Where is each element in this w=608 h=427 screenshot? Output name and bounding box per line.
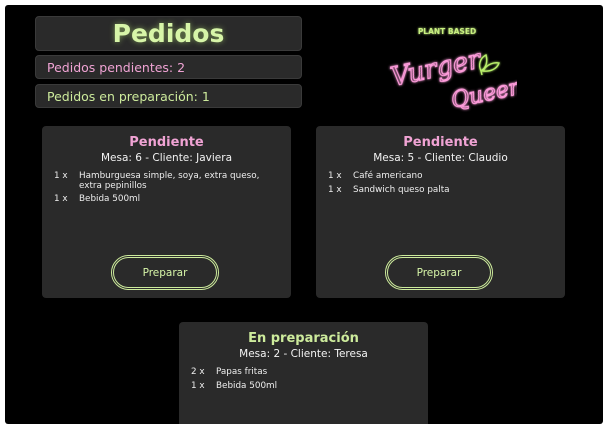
order-item: 1 x Café americano [328,171,565,182]
item-name: Café americano [353,171,423,181]
item-name: Bebida 500ml [216,380,278,391]
order-item: 1 x Sandwich queso palta [328,184,565,196]
item-name: Sandwich queso palta [353,184,450,195]
prepare-button[interactable]: Preparar [385,255,493,290]
prepare-button[interactable]: Preparar [111,255,219,290]
order-status: En preparación [248,331,359,346]
order-card: Pendiente Mesa: 6 - Cliente: Javiera 1 x… [42,126,291,298]
item-quantity: 1 x [328,184,342,195]
item-quantity: 1 x [54,171,68,181]
order-card: En preparación Mesa: 2 - Cliente: Teresa… [179,322,428,424]
page-title-box: Pedidos [35,16,302,51]
order-items: 1 x Café americano 1 x Sandwich queso pa… [328,171,565,196]
item-name: Hamburguesa simple, soya, extra queso, e… [79,171,260,191]
logo-tagline: PLANT BASED [418,27,476,36]
app-frame: Pedidos Pedidos pendientes: 2 Pedidos en… [5,5,603,424]
order-table-client: Mesa: 2 - Cliente: Teresa [239,348,368,360]
item-quantity: 1 x [54,194,68,204]
order-item: 1 x Bebida 500ml [54,194,291,205]
order-table-client: Mesa: 5 - Cliente: Claudio [373,152,508,164]
order-status: Pendiente [129,135,204,150]
order-status: Pendiente [403,135,478,150]
item-name: Bebida 500ml [79,194,141,204]
item-name: Papas fritas [216,367,268,377]
order-items: 2 x Papas fritas 1 x Bebida 500ml [191,367,428,392]
in-prep-count: Pedidos en preparación: 1 [35,84,302,108]
vurger-queen-logo: PLANT BASED Vurger Queen [388,27,517,114]
order-table-client: Mesa: 6 - Cliente: Javiera [100,152,233,164]
page-title: Pedidos [112,19,225,48]
order-item: 1 x Bebida 500ml [191,380,428,392]
item-quantity: 2 x [191,367,205,377]
logo-word-2: Queen [449,74,517,114]
pending-count: Pedidos pendientes: 2 [35,55,302,79]
order-items: 1 x Hamburguesa simple, soya, extra ques… [54,171,291,205]
order-item: 1 x Hamburguesa simple, soya, extra ques… [54,171,291,191]
item-quantity: 1 x [328,171,342,181]
item-quantity: 1 x [191,380,205,391]
order-item: 2 x Papas fritas [191,367,428,378]
order-card: Pendiente Mesa: 5 - Cliente: Claudio 1 x… [316,126,565,298]
